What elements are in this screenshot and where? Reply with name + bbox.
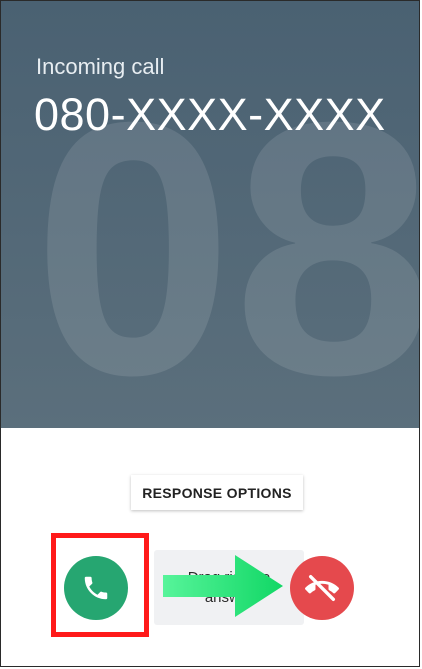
call-status-label: Incoming call <box>36 54 165 79</box>
arrow-right-icon <box>163 555 283 617</box>
response-options-button[interactable]: RESPONSE OPTIONS <box>131 475 303 510</box>
caller-number: 080-XXXX-XXXX <box>34 89 386 140</box>
incoming-call-screen: 08 Incoming call 080-XXXX-XXXX RESPONSE … <box>0 0 420 667</box>
caller-info-panel: 08 Incoming call 080-XXXX-XXXX <box>1 1 419 428</box>
phone-hangup-icon <box>305 574 339 602</box>
decline-call-button[interactable] <box>290 556 354 620</box>
answer-highlight-box <box>51 533 149 637</box>
